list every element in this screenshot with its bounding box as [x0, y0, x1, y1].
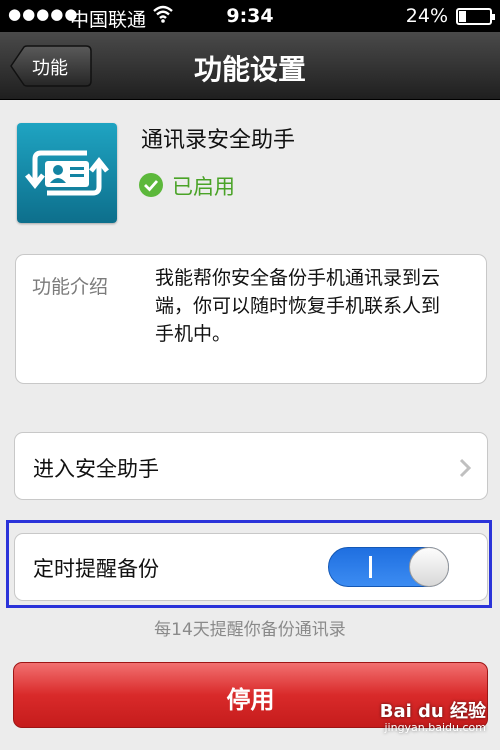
toggle-knob[interactable] [409, 547, 449, 587]
navigation-bar: 功能 功能设置 [0, 32, 500, 100]
reminder-hint: 每14天提醒你备份通讯录 [154, 620, 346, 640]
watermark-logo: Bai du 经验 jingyan.baidu.com [379, 697, 486, 734]
watermark-url: jingyan.baidu.com [384, 721, 486, 734]
intro-text: 我能帮你安全备份手机通讯录到云端，你可以随时恢复手机联系人到手机中。 [155, 267, 441, 345]
watermark-brand: Bai du 经验 [379, 701, 486, 722]
backup-reminder-toggle[interactable] [328, 547, 449, 587]
enter-assistant-label: 进入安全助手 [33, 457, 159, 481]
intro-box: 功能介绍 我能帮你安全备份手机通讯录到云端，你可以随时恢复手机联系人到手机中。 [15, 254, 487, 384]
status-label: 已启用 [172, 175, 235, 199]
on-indicator-icon [369, 556, 372, 578]
intro-label: 功能介绍 [32, 276, 109, 298]
battery-percent: 24% [405, 5, 448, 27]
app-name: 通讯录安全助手 [141, 128, 296, 153]
battery-icon [456, 8, 495, 25]
backup-reminder-row: 定时提醒备份 [14, 533, 488, 601]
enter-assistant-row[interactable]: 进入安全助手 [14, 432, 488, 500]
page-title: 功能设置 [193, 53, 306, 86]
check-circle-icon [139, 173, 163, 197]
chevron-right-icon [459, 458, 472, 482]
backup-reminder-label: 定时提醒备份 [33, 557, 159, 581]
status-bar: ●●●●● 中国联通 9:34 24% [0, 0, 500, 32]
contacts-sync-icon [17, 123, 117, 223]
